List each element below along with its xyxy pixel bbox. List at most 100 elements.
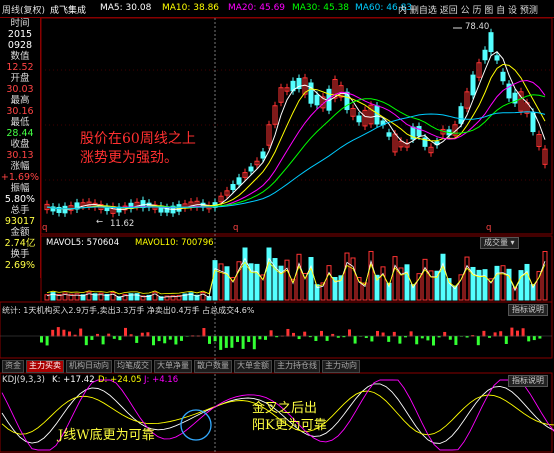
fund-flow-bar (420, 336, 424, 339)
candle-body (260, 151, 266, 159)
fund-flow-bar (112, 336, 116, 339)
mavol10-line (46, 261, 546, 295)
fund-flow-bar (269, 330, 273, 337)
fund-flow-bar (45, 336, 49, 346)
fund-flow-bar (152, 336, 155, 346)
fund-flow-bar (476, 336, 480, 346)
mavol5-readout: MAVOL5: 570604 (46, 238, 120, 248)
fund-flow-bar (532, 336, 536, 341)
volume-bar (380, 266, 386, 301)
mavol5-line (46, 257, 546, 298)
tab-indicator[interactable]: 散户数量 (194, 360, 232, 373)
kdj-k-readout: K: +17.42 (52, 375, 95, 385)
tab-indicator[interactable]: 主力持仓线 (274, 360, 320, 373)
fund-flow-bar (409, 331, 413, 337)
fund-flow-bar (482, 330, 486, 337)
tab-indicator[interactable]: 主力动向 (322, 360, 360, 373)
fund-flow-bar (241, 336, 245, 349)
fund-flow-bar (370, 336, 374, 342)
fund-flow-bar (118, 336, 122, 341)
fund-flow-bar (516, 330, 519, 337)
tab-indicator[interactable]: 均笔成交 (114, 360, 152, 373)
candle-body (230, 184, 236, 190)
fund-flow-bar (364, 336, 368, 338)
volume-bar (524, 263, 530, 301)
fund-flow-bar (510, 327, 514, 337)
fund-flow-bar (56, 327, 60, 337)
fund-flow-bar (213, 336, 217, 342)
fund-flow-bar (521, 328, 525, 337)
high-price-label: 78.40 (465, 22, 490, 32)
fund-flow-bar (320, 330, 323, 337)
volume-ma-lines (46, 257, 546, 298)
indicator-selector-label: 成交量 (484, 238, 508, 247)
candle-body (470, 74, 476, 96)
tab-indicator[interactable]: 大单金额 (234, 360, 272, 373)
candle-body (500, 71, 506, 82)
candle-body (488, 32, 494, 53)
fund-flow-bar (219, 336, 223, 350)
tab-indicator[interactable]: 机构日动向 (66, 360, 112, 373)
candle-body (236, 177, 242, 185)
fund-stat-text: 统计: 1天机构买入2.9万手,卖出3.3万手 净卖出0.4万手 占总成交4.6… (2, 306, 255, 315)
fund-flow-bar (432, 336, 435, 346)
fund-flow-bar (224, 336, 228, 348)
annotation-golden-cross-line2: 阳K更为可靠 (252, 418, 327, 433)
fund-flow-bar (527, 336, 531, 342)
fund-flow-bar (286, 328, 290, 337)
volume-bar (326, 265, 332, 301)
volume-bar (296, 253, 302, 301)
fund-flow-bar (202, 328, 206, 337)
kdj-help-button[interactable]: 指标说明 (508, 375, 548, 387)
price-candles (44, 28, 548, 218)
volume-bar (482, 269, 488, 301)
fund-flow-bar (348, 329, 351, 337)
fund-flow-bar (426, 336, 430, 341)
fund-flow-bar (208, 336, 211, 344)
volume-bar (266, 247, 272, 301)
volume-bar (350, 257, 356, 301)
candle-body (386, 132, 392, 137)
volume-bar (248, 263, 254, 301)
kdj-d-readout: D: +24.05 (98, 375, 142, 385)
fund-flow-bar (174, 336, 178, 345)
annotation-ma60: 股价在60周线之上 涨势更为强劲。 (80, 130, 196, 168)
candle-body (482, 49, 488, 61)
chart-canvas[interactable] (0, 0, 554, 453)
fund-flow-bar (101, 336, 105, 345)
annotation-ma60-line1: 股价在60周线之上 (80, 131, 196, 147)
annotation-golden-cross-line1: 金叉之后出 (252, 401, 318, 416)
volume-bar (50, 292, 56, 301)
volume-bar (506, 268, 512, 301)
low-price-pointer: ← (96, 217, 104, 227)
fund-flow-bar (336, 336, 340, 338)
volume-bar (404, 264, 410, 301)
q-marker-1: q (42, 223, 48, 233)
candle-body (416, 125, 422, 137)
tab-indicator[interactable]: 大单净量 (154, 360, 192, 373)
fund-help-button[interactable]: 指标说明 (508, 304, 548, 316)
kdj-title: KDJ(9,3,3) (2, 375, 45, 385)
volume-bar (308, 257, 314, 301)
fund-flow-bar (180, 336, 183, 341)
mavol10-readout: MAVOL10: 700796 (135, 238, 214, 248)
fund-flow-bar (51, 329, 55, 337)
fund-flow-bar (68, 331, 71, 337)
tab-indicator[interactable]: 主力买卖 (26, 360, 64, 373)
volume-bar (416, 273, 422, 301)
fund-flow-bar (264, 336, 267, 340)
tab-indicator[interactable]: 资金 (2, 360, 24, 373)
fund-flow-bar (62, 329, 66, 337)
volume-bar (536, 271, 542, 301)
fund-flow-bar (325, 336, 329, 341)
low-price-label: 11.62 (110, 219, 135, 229)
volume-bar (494, 265, 500, 301)
fund-flow-bar (398, 336, 402, 344)
fund-flow-bar (90, 336, 94, 340)
volume-bar (392, 256, 398, 301)
fund-flow-bar (79, 328, 83, 337)
volume-bar (224, 266, 230, 301)
indicator-selector[interactable]: 成交量 ▾ (480, 237, 519, 249)
fund-flow-bar (499, 331, 503, 337)
fund-flow-bar (135, 336, 139, 343)
